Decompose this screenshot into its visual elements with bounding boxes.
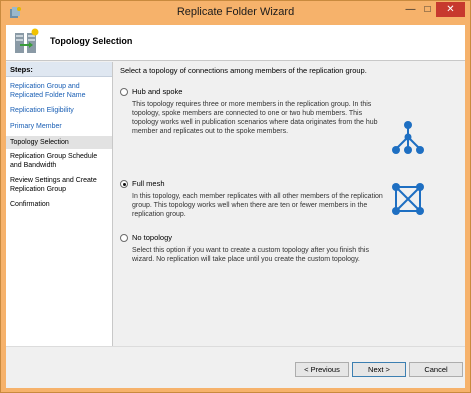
window-title: Replicate Folder Wizard (176, 6, 295, 18)
hub-and-spoke-label[interactable]: Hub and spoke (132, 87, 182, 96)
wizard-client-area: Topology Selection Steps: Replication Gr… (6, 25, 465, 388)
next-button[interactable]: Next > (352, 362, 406, 377)
replication-wizard-icon (15, 28, 39, 53)
step-topology-selection: Topology Selection (6, 136, 112, 149)
cancel-button[interactable]: Cancel (409, 362, 463, 377)
full-mesh-label[interactable]: Full mesh (132, 179, 165, 188)
hub-spoke-topology-icon (392, 121, 424, 154)
full-mesh-description: In this topology, each member replicates… (132, 193, 383, 218)
minimize-button[interactable]: — (402, 2, 419, 17)
steps-heading: Steps: (6, 62, 112, 77)
full-mesh-topology-icon (392, 183, 424, 215)
step-replication-eligibility[interactable]: Replication Eligibility (6, 106, 112, 117)
step-review-settings: Review Settings and Create Replication G… (10, 177, 97, 193)
no-topology-radio[interactable] (120, 234, 128, 242)
step-replication-group-name[interactable]: Replication Group and Replicated Folder … (6, 82, 112, 103)
close-button[interactable]: ✕ (436, 2, 465, 17)
wizard-header: Topology Selection (6, 25, 465, 61)
intro-text: Select a topology of connections among m… (120, 66, 367, 75)
no-topology-description: Select this option if you want to create… (132, 247, 369, 263)
title-bar[interactable]: Replicate Folder Wizard — □ ✕ (1, 1, 470, 25)
step-schedule-bandwidth: Replication Group Schedule and Bandwidth (10, 153, 98, 169)
hub-and-spoke-radio[interactable] (120, 88, 128, 96)
full-mesh-radio[interactable] (120, 180, 128, 188)
steps-panel: Steps: Replication Group and Replicated … (6, 62, 113, 346)
page-title: Topology Selection (50, 36, 133, 46)
previous-button[interactable]: < Previous (295, 362, 349, 377)
no-topology-label[interactable]: No topology (132, 233, 172, 242)
wizard-window: Replicate Folder Wizard — □ ✕ Topology S… (0, 0, 471, 393)
maximize-button[interactable]: □ (419, 2, 436, 17)
wizard-footer: < Previous Next > Cancel (6, 346, 465, 388)
topology-content: Select a topology of connections among m… (114, 62, 465, 346)
hub-and-spoke-description: This topology requires three or more mem… (132, 101, 378, 135)
step-primary-member[interactable]: Primary Member (6, 122, 112, 133)
step-confirmation: Confirmation (10, 201, 50, 208)
